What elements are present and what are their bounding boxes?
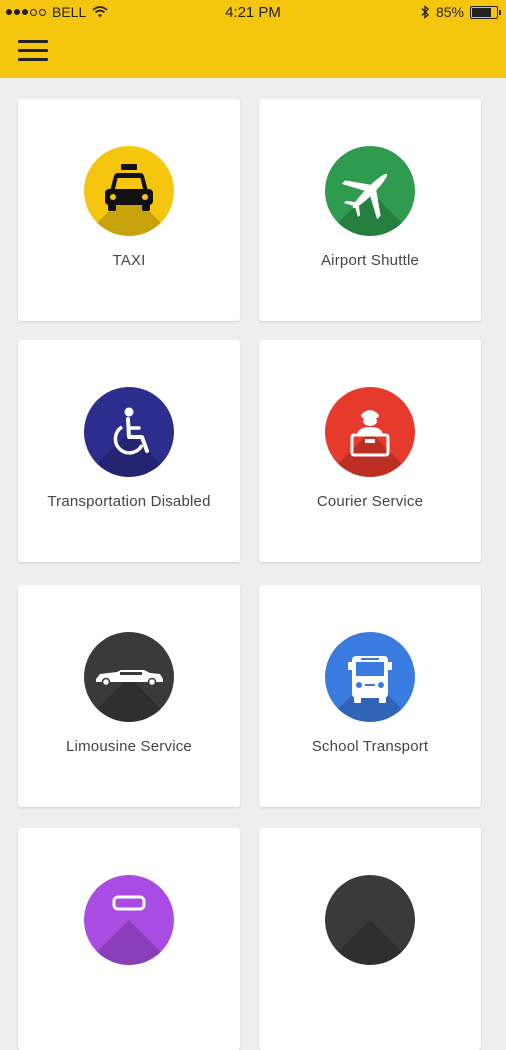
service-card-airport-shuttle[interactable]: Airport Shuttle [259,99,481,321]
service-icon [325,875,415,965]
service-card-transportation-disabled[interactable]: Transportation Disabled [18,340,240,562]
battery-icon [470,5,501,19]
airplane-icon [325,146,415,236]
battery-percent: 85% [435,4,464,20]
taxi-icon [84,146,174,236]
service-label: Courier Service [316,493,424,510]
service-label: Airport Shuttle [320,252,420,269]
service-card-courier-service[interactable]: Courier Service [259,340,481,562]
service-card-partial-left[interactable] [18,828,240,1050]
school-bus-icon [325,632,415,722]
service-card-school-transport[interactable]: School Transport [259,585,481,807]
service-card-partial-right[interactable] [259,828,481,1050]
courier-icon [325,387,415,477]
app-header: BELL 4:21 PM 85% [0,0,506,78]
service-icon [84,875,174,965]
service-label: School Transport [311,738,429,755]
service-card-limousine-service[interactable]: Limousine Service [18,585,240,807]
limousine-icon [84,632,174,722]
service-label: Limousine Service [66,738,192,755]
service-card-taxi[interactable]: TAXI [18,99,240,321]
service-label: TAXI [112,252,146,269]
service-label: Transportation Disabled [47,493,211,510]
wheelchair-icon [84,387,174,477]
bluetooth-icon [421,5,429,19]
status-bar: BELL 4:21 PM 85% [0,0,506,26]
menu-button[interactable] [18,40,48,62]
